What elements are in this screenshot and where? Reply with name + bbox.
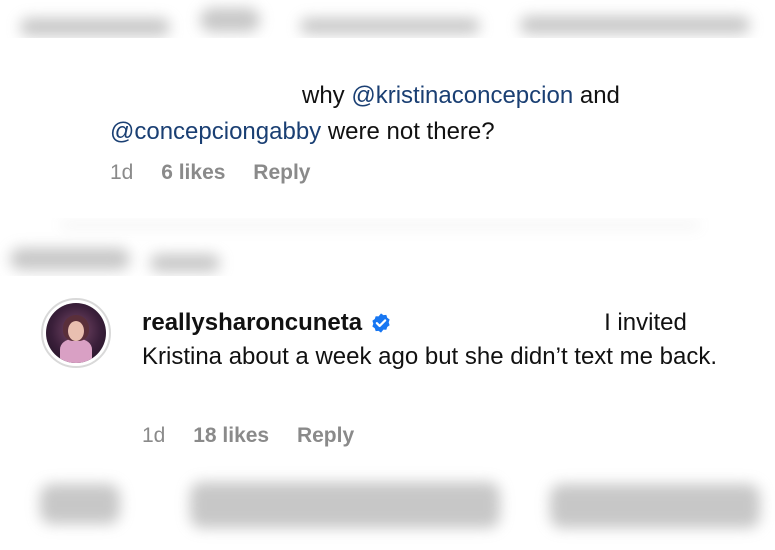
comment-1-likes[interactable]: 6 likes — [161, 161, 225, 184]
comment-1-reply-button[interactable]: Reply — [253, 161, 310, 184]
comment-2-meta: 1d 18 likes Reply — [142, 424, 376, 448]
comment-card-1: why @kristinaconcepcion and @concepciong… — [0, 38, 775, 218]
comment-2-username-row: reallysharoncuneta — [142, 306, 392, 340]
comment-1-text-mid: and — [573, 82, 620, 109]
verified-badge-icon — [372, 313, 390, 333]
avatar[interactable] — [41, 298, 111, 368]
blurred-middle-band — [0, 218, 775, 276]
blurred-header-band — [0, 0, 775, 38]
comment-1-time: 1d — [110, 161, 134, 184]
comment-1-text: why @kristinaconcepcion and @concepciong… — [110, 78, 710, 150]
comment-2-text: reallysharoncuneta I invited Kristina ab… — [142, 306, 742, 374]
comment-2-time: 1d — [142, 424, 166, 447]
mention-link-kristinaconcepcion[interactable]: @kristinaconcepcion — [351, 82, 573, 109]
comment-2-likes[interactable]: 18 likes — [193, 424, 269, 447]
blurred-footer-band — [0, 462, 775, 550]
comment-2-text-line1: I invited — [604, 309, 687, 336]
comment-card-2: reallysharoncuneta I invited Kristina ab… — [17, 276, 775, 462]
mention-link-concepciongabby[interactable]: @concepciongabby — [110, 118, 321, 145]
profile-photo — [46, 303, 106, 363]
comment-1-meta: 1d 6 likes Reply — [110, 161, 332, 185]
username-link[interactable]: reallysharoncuneta — [142, 306, 362, 340]
comment-2-reply-button[interactable]: Reply — [297, 424, 354, 447]
comment-1-text-suffix: were not there? — [321, 118, 495, 145]
comment-1-text-prefix: why — [302, 82, 352, 109]
comment-2-text-rest: Kristina about a week ago but she didn’t… — [142, 343, 718, 370]
